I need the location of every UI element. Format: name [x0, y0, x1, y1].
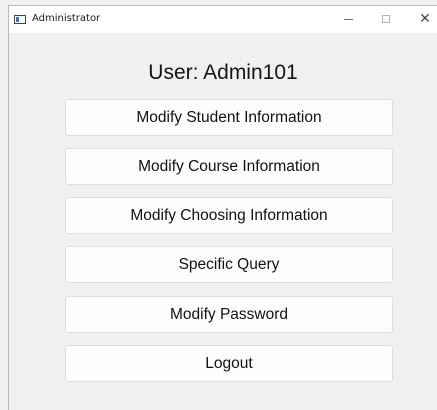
- window-title: Administrator: [32, 13, 101, 24]
- user-heading: User: Admin101: [148, 61, 298, 84]
- close-button[interactable]: ✕: [413, 10, 437, 28]
- maximize-icon: [382, 15, 390, 23]
- minimize-icon: [343, 19, 353, 20]
- close-icon: ✕: [419, 11, 431, 27]
- title-bar[interactable]: Administrator ✕: [9, 6, 437, 33]
- minimize-button[interactable]: [336, 10, 360, 28]
- window-app-icon: [14, 15, 26, 24]
- modify-password-button[interactable]: Modify Password: [65, 296, 393, 333]
- modify-student-information-button[interactable]: Modify Student Information: [65, 99, 393, 136]
- modify-choosing-information-button[interactable]: Modify Choosing Information: [65, 197, 393, 234]
- administrator-window: Administrator ✕ User: Admin101 Modify St…: [8, 5, 437, 410]
- maximize-button[interactable]: [374, 10, 398, 28]
- specific-query-button[interactable]: Specific Query: [65, 246, 393, 283]
- logout-button[interactable]: Logout: [65, 345, 393, 382]
- modify-course-information-button[interactable]: Modify Course Information: [65, 148, 393, 185]
